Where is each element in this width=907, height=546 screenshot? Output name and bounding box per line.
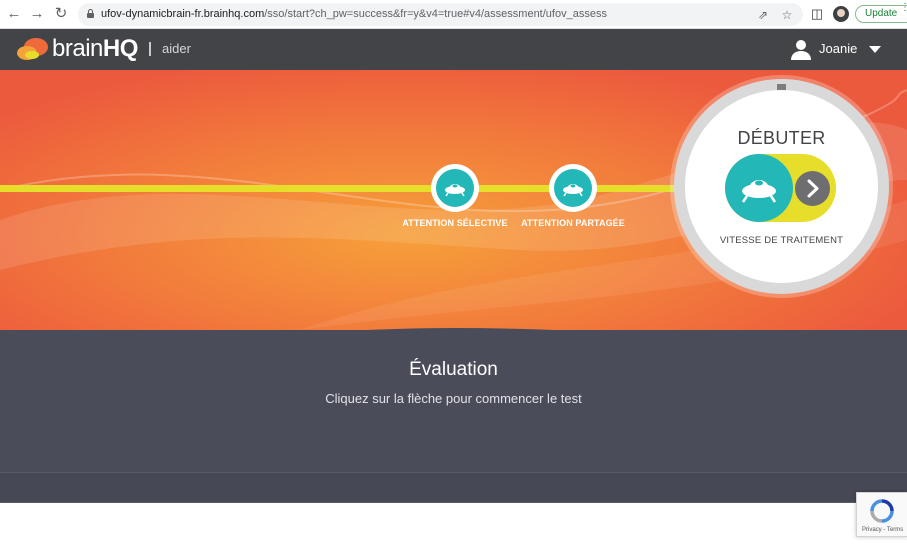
profile-avatar[interactable] [833, 6, 849, 22]
logo-text[interactable]: brainHQ [52, 35, 138, 63]
user-name[interactable]: Joanie [819, 41, 857, 56]
url-host: ufov-dynamicbrain-fr.brainhq.com [101, 8, 265, 20]
share-icon[interactable]: ⇗ [755, 7, 771, 23]
start-title: DÉBUTER [737, 128, 826, 148]
lock-icon [87, 9, 94, 18]
brain-logo-icon[interactable] [15, 36, 49, 62]
page-footer [0, 503, 907, 546]
start-disc: DÉBUTER VITESSE DE TRAITEMENT [685, 90, 878, 283]
ufo-icon [563, 184, 583, 197]
step-node-inner [554, 169, 592, 207]
start-pill[interactable] [725, 154, 836, 222]
user-icon[interactable] [790, 38, 812, 60]
star-icon[interactable]: ☆ [779, 7, 795, 23]
url-path: /sso/start?ch_pw=success&fr=y&v4=true#v4… [264, 8, 607, 20]
side-panel-icon[interactable]: ◫ [809, 6, 825, 22]
reload-icon[interactable]: ↻ [52, 5, 70, 23]
recaptcha-badge[interactable]: Privacy - Terms [856, 492, 907, 537]
chevron-down-icon[interactable] [869, 46, 881, 53]
site-header: brainHQ aider Joanie [0, 29, 907, 70]
step-label-divided: ATTENTION PARTAGÉE [521, 218, 625, 228]
start-dial: DÉBUTER VITESSE DE TRAITEMENT [674, 79, 889, 294]
speed-exercise-icon [725, 154, 793, 222]
start-subtitle: VITESSE DE TRAITEMENT [719, 235, 844, 246]
back-arrow-icon[interactable]: ← [5, 5, 23, 23]
browser-toolbar: ← → ↻ ufov-dynamicbrain-fr.brainhq.com/s… [0, 0, 907, 29]
header-divider [149, 42, 151, 56]
instruction-text: Cliquez sur la flèche pour commencer le … [325, 391, 582, 406]
ufo-icon [445, 184, 465, 197]
logo-text-light: brain [52, 35, 103, 62]
recaptcha-links[interactable]: Privacy - Terms [862, 527, 903, 533]
start-arrow-button[interactable] [795, 171, 830, 206]
address-bar[interactable]: ufov-dynamicbrain-fr.brainhq.com/sso/sta… [78, 3, 803, 26]
forward-arrow-icon[interactable]: → [28, 5, 46, 23]
ufo-icon [741, 180, 777, 203]
step-node-divided[interactable] [549, 164, 597, 212]
step-label-selective: ATTENTION SÉLECTIVE [402, 218, 508, 228]
step-node-inner [436, 169, 474, 207]
chevron-right-icon [807, 179, 819, 198]
more-icon[interactable]: ⋮ [900, 2, 907, 13]
update-label: Update [865, 8, 898, 19]
recaptcha-icon [870, 499, 894, 523]
url-text: ufov-dynamicbrain-fr.brainhq.com/sso/sta… [101, 8, 607, 21]
help-link[interactable]: aider [162, 41, 191, 56]
footer-strip [0, 472, 907, 503]
page-title: Évaluation [409, 359, 498, 380]
assessment-hero: ATTENTION SÉLECTIVE ATTENTION PARTAGÉE D… [0, 70, 907, 370]
step-node-selective[interactable] [431, 164, 479, 212]
logo-text-bold: HQ [102, 35, 139, 62]
